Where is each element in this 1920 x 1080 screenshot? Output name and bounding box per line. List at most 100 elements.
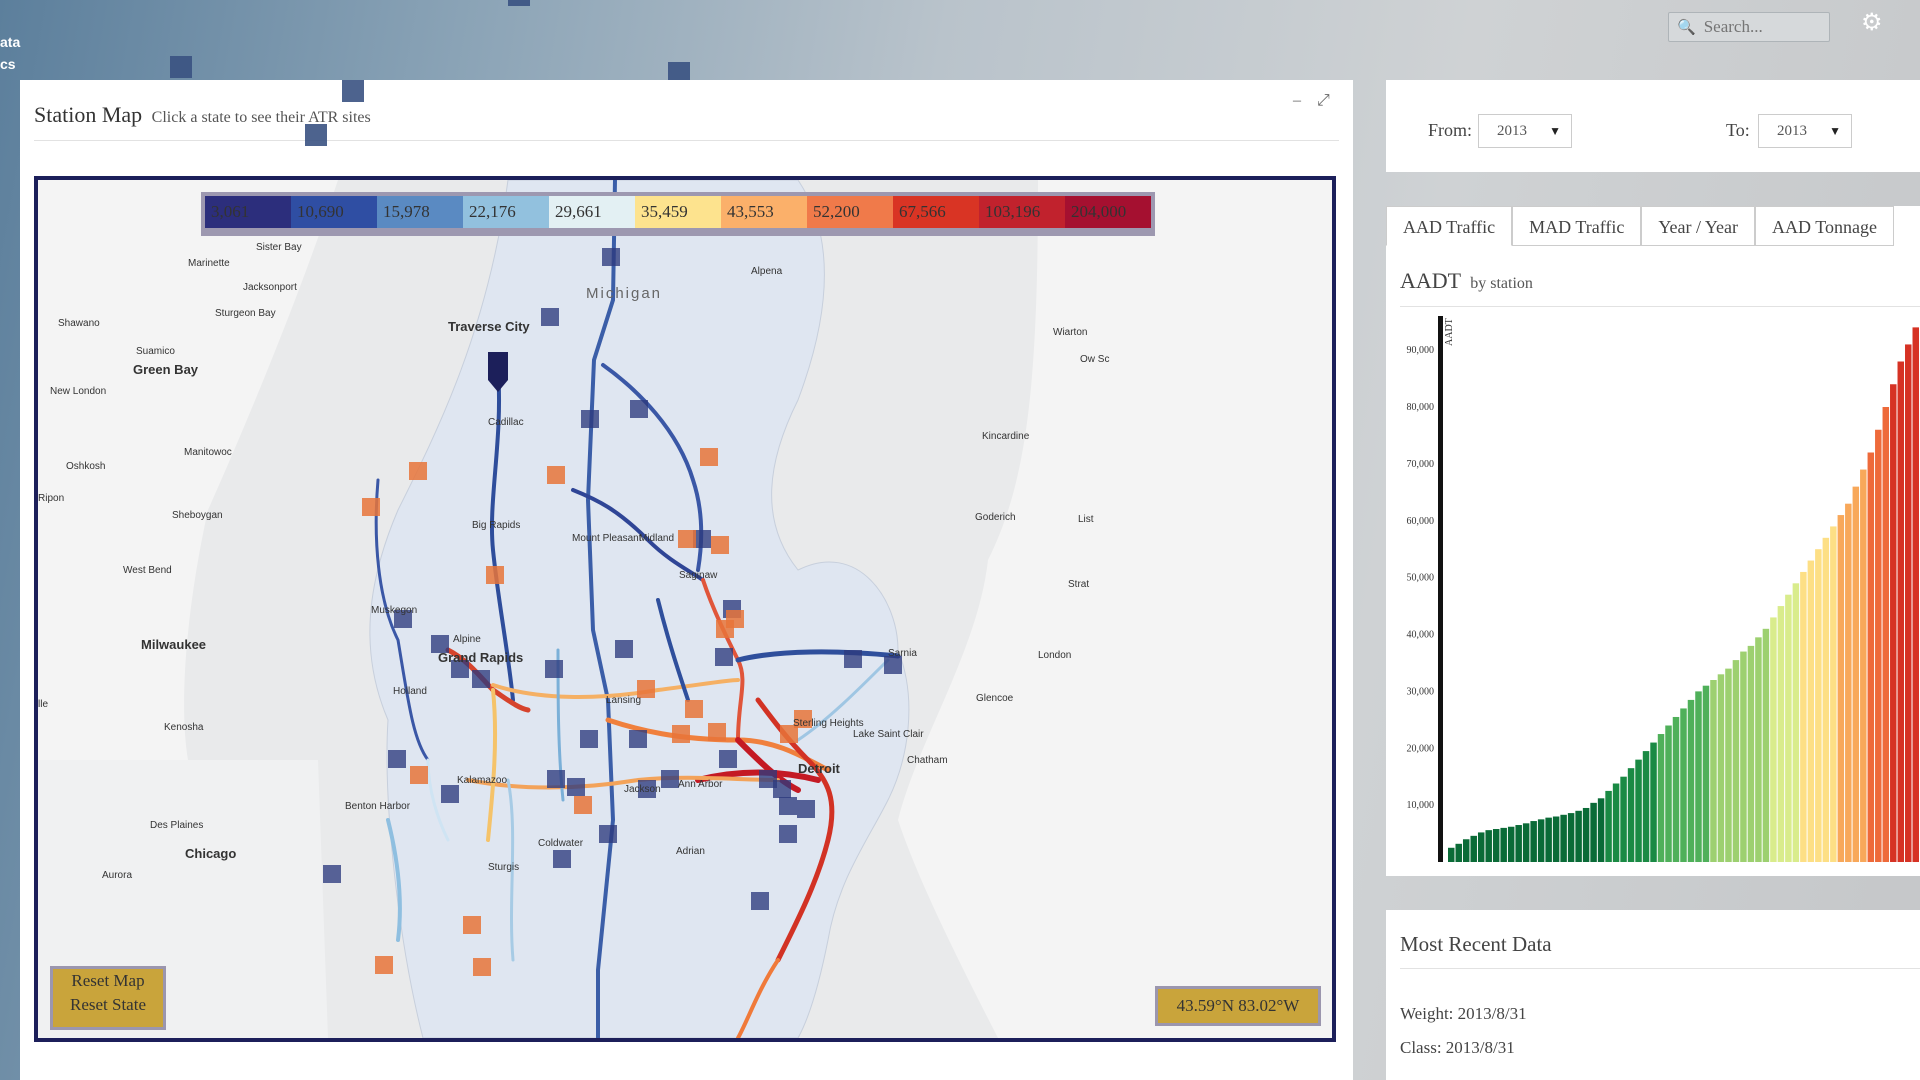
aadt-bar[interactable] [1522, 823, 1530, 862]
station-marker[interactable] [547, 466, 565, 484]
station-marker[interactable] [751, 892, 769, 910]
aadt-bar[interactable] [1672, 716, 1680, 862]
station-marker[interactable] [375, 956, 393, 974]
aadt-bar[interactable] [1762, 628, 1770, 862]
aadt-bar[interactable] [1687, 699, 1695, 862]
tab-aad-traffic[interactable]: AAD Traffic [1386, 206, 1513, 246]
station-marker[interactable] [844, 650, 862, 668]
aadt-bar[interactable] [1702, 685, 1710, 862]
aadt-bar[interactable] [1815, 549, 1822, 862]
aadt-bar[interactable] [1747, 645, 1755, 863]
station-marker[interactable] [685, 700, 703, 718]
station-marker[interactable] [629, 730, 647, 748]
station-map[interactable]: Sister Bay Marinette Jacksonport Sturgeon B… [34, 176, 1336, 1042]
aadt-bar[interactable] [1448, 847, 1455, 862]
station-marker[interactable] [553, 850, 571, 868]
aadt-bar[interactable] [1905, 344, 1912, 862]
reset-state-button[interactable]: Reset State [70, 993, 146, 1017]
station-marker[interactable] [441, 785, 459, 803]
aadt-bar[interactable] [1597, 798, 1605, 862]
aadt-bar[interactable] [1717, 674, 1725, 862]
aadt-bar[interactable] [1725, 668, 1732, 863]
aadt-bar[interactable] [1560, 814, 1567, 862]
aadt-bar[interactable] [1470, 835, 1477, 862]
aadt-bar[interactable] [1695, 691, 1702, 863]
station-marker[interactable] [719, 750, 737, 768]
station-marker[interactable] [708, 723, 726, 741]
aadt-bar[interactable] [1867, 452, 1875, 863]
station-marker[interactable] [581, 410, 599, 428]
station-marker[interactable] [599, 825, 617, 843]
aadt-bar[interactable] [1582, 807, 1590, 862]
station-marker[interactable] [715, 648, 733, 666]
aadt-bar[interactable] [1642, 751, 1650, 862]
aadt-bar[interactable] [1852, 486, 1860, 863]
station-marker[interactable] [773, 780, 791, 798]
aadt-bar[interactable] [1732, 660, 1740, 862]
station-marker[interactable] [388, 750, 406, 768]
aadt-bar[interactable] [1507, 826, 1515, 862]
aadt-bar[interactable] [1710, 680, 1717, 862]
aadt-bar[interactable] [1777, 606, 1785, 862]
aadt-bar[interactable] [1552, 816, 1560, 863]
aadt-bar[interactable] [1792, 583, 1800, 862]
aadt-bar[interactable] [1800, 571, 1807, 862]
station-marker[interactable] [711, 536, 729, 554]
aadt-bar[interactable] [1620, 776, 1627, 862]
aadt-bar[interactable] [1890, 384, 1897, 862]
aadt-bar[interactable] [1860, 469, 1867, 862]
station-marker[interactable] [410, 766, 428, 784]
station-marker[interactable] [779, 825, 797, 843]
station-marker[interactable] [630, 400, 648, 418]
aadt-bar[interactable] [1627, 768, 1635, 862]
aadt-bar[interactable] [1897, 361, 1905, 863]
station-marker[interactable] [409, 462, 427, 480]
station-marker[interactable] [779, 797, 797, 815]
station-marker[interactable] [672, 725, 690, 743]
station-marker[interactable] [661, 770, 679, 788]
aadt-bar[interactable] [1912, 327, 1919, 863]
aadt-bar[interactable] [1807, 560, 1815, 862]
from-year-select[interactable]: 2013 ▼ [1478, 114, 1572, 148]
station-marker[interactable] [541, 308, 559, 326]
aadt-bar[interactable] [1462, 839, 1470, 862]
aadt-bar[interactable] [1837, 515, 1845, 862]
aadt-bar[interactable] [1545, 817, 1552, 862]
station-marker[interactable] [362, 498, 380, 516]
aadt-bar[interactable] [1477, 832, 1485, 862]
aadt-bar[interactable] [1650, 742, 1657, 862]
aadt-bar[interactable] [1605, 790, 1612, 862]
aadt-bar[interactable] [1455, 843, 1462, 862]
aadt-bar[interactable] [1665, 725, 1672, 863]
aadt-bar[interactable] [1575, 810, 1582, 862]
aadt-bar[interactable] [1492, 829, 1500, 862]
tab-aad-tonnage[interactable]: AAD Tonnage [1755, 206, 1894, 246]
gear-icon[interactable]: ⚙ [1861, 11, 1883, 35]
aadt-bar[interactable] [1657, 734, 1665, 862]
station-marker[interactable] [323, 865, 341, 883]
aadt-bar[interactable] [1590, 802, 1597, 862]
station-marker[interactable] [678, 530, 696, 548]
minimize-button[interactable]: – [1293, 92, 1301, 110]
tab-mad-traffic[interactable]: MAD Traffic [1512, 206, 1642, 246]
aadt-bar[interactable] [1635, 759, 1642, 863]
station-marker[interactable] [567, 778, 585, 796]
station-marker[interactable] [463, 916, 481, 934]
station-marker[interactable] [472, 670, 490, 688]
reset-map-button[interactable]: Reset Map [71, 969, 144, 993]
aadt-bar[interactable] [1612, 783, 1620, 862]
aadt-bar[interactable] [1882, 407, 1890, 862]
aadt-bar[interactable] [1680, 708, 1687, 862]
search-input[interactable] [1701, 16, 1826, 38]
map-canvas[interactable]: Sister Bay Marinette Jacksonport Sturgeon B… [38, 180, 1332, 1038]
aadt-bar[interactable] [1740, 651, 1747, 862]
station-marker[interactable] [602, 248, 620, 266]
station-marker[interactable] [700, 448, 718, 466]
aadt-bar[interactable] [1500, 827, 1507, 863]
station-marker[interactable] [486, 566, 504, 584]
station-marker[interactable] [545, 660, 563, 678]
expand-icon[interactable]: ⤢ [1317, 92, 1330, 110]
tab-year-year[interactable]: Year / Year [1641, 206, 1756, 246]
station-marker[interactable] [547, 770, 565, 788]
search-box[interactable]: 🔍 [1668, 12, 1830, 42]
